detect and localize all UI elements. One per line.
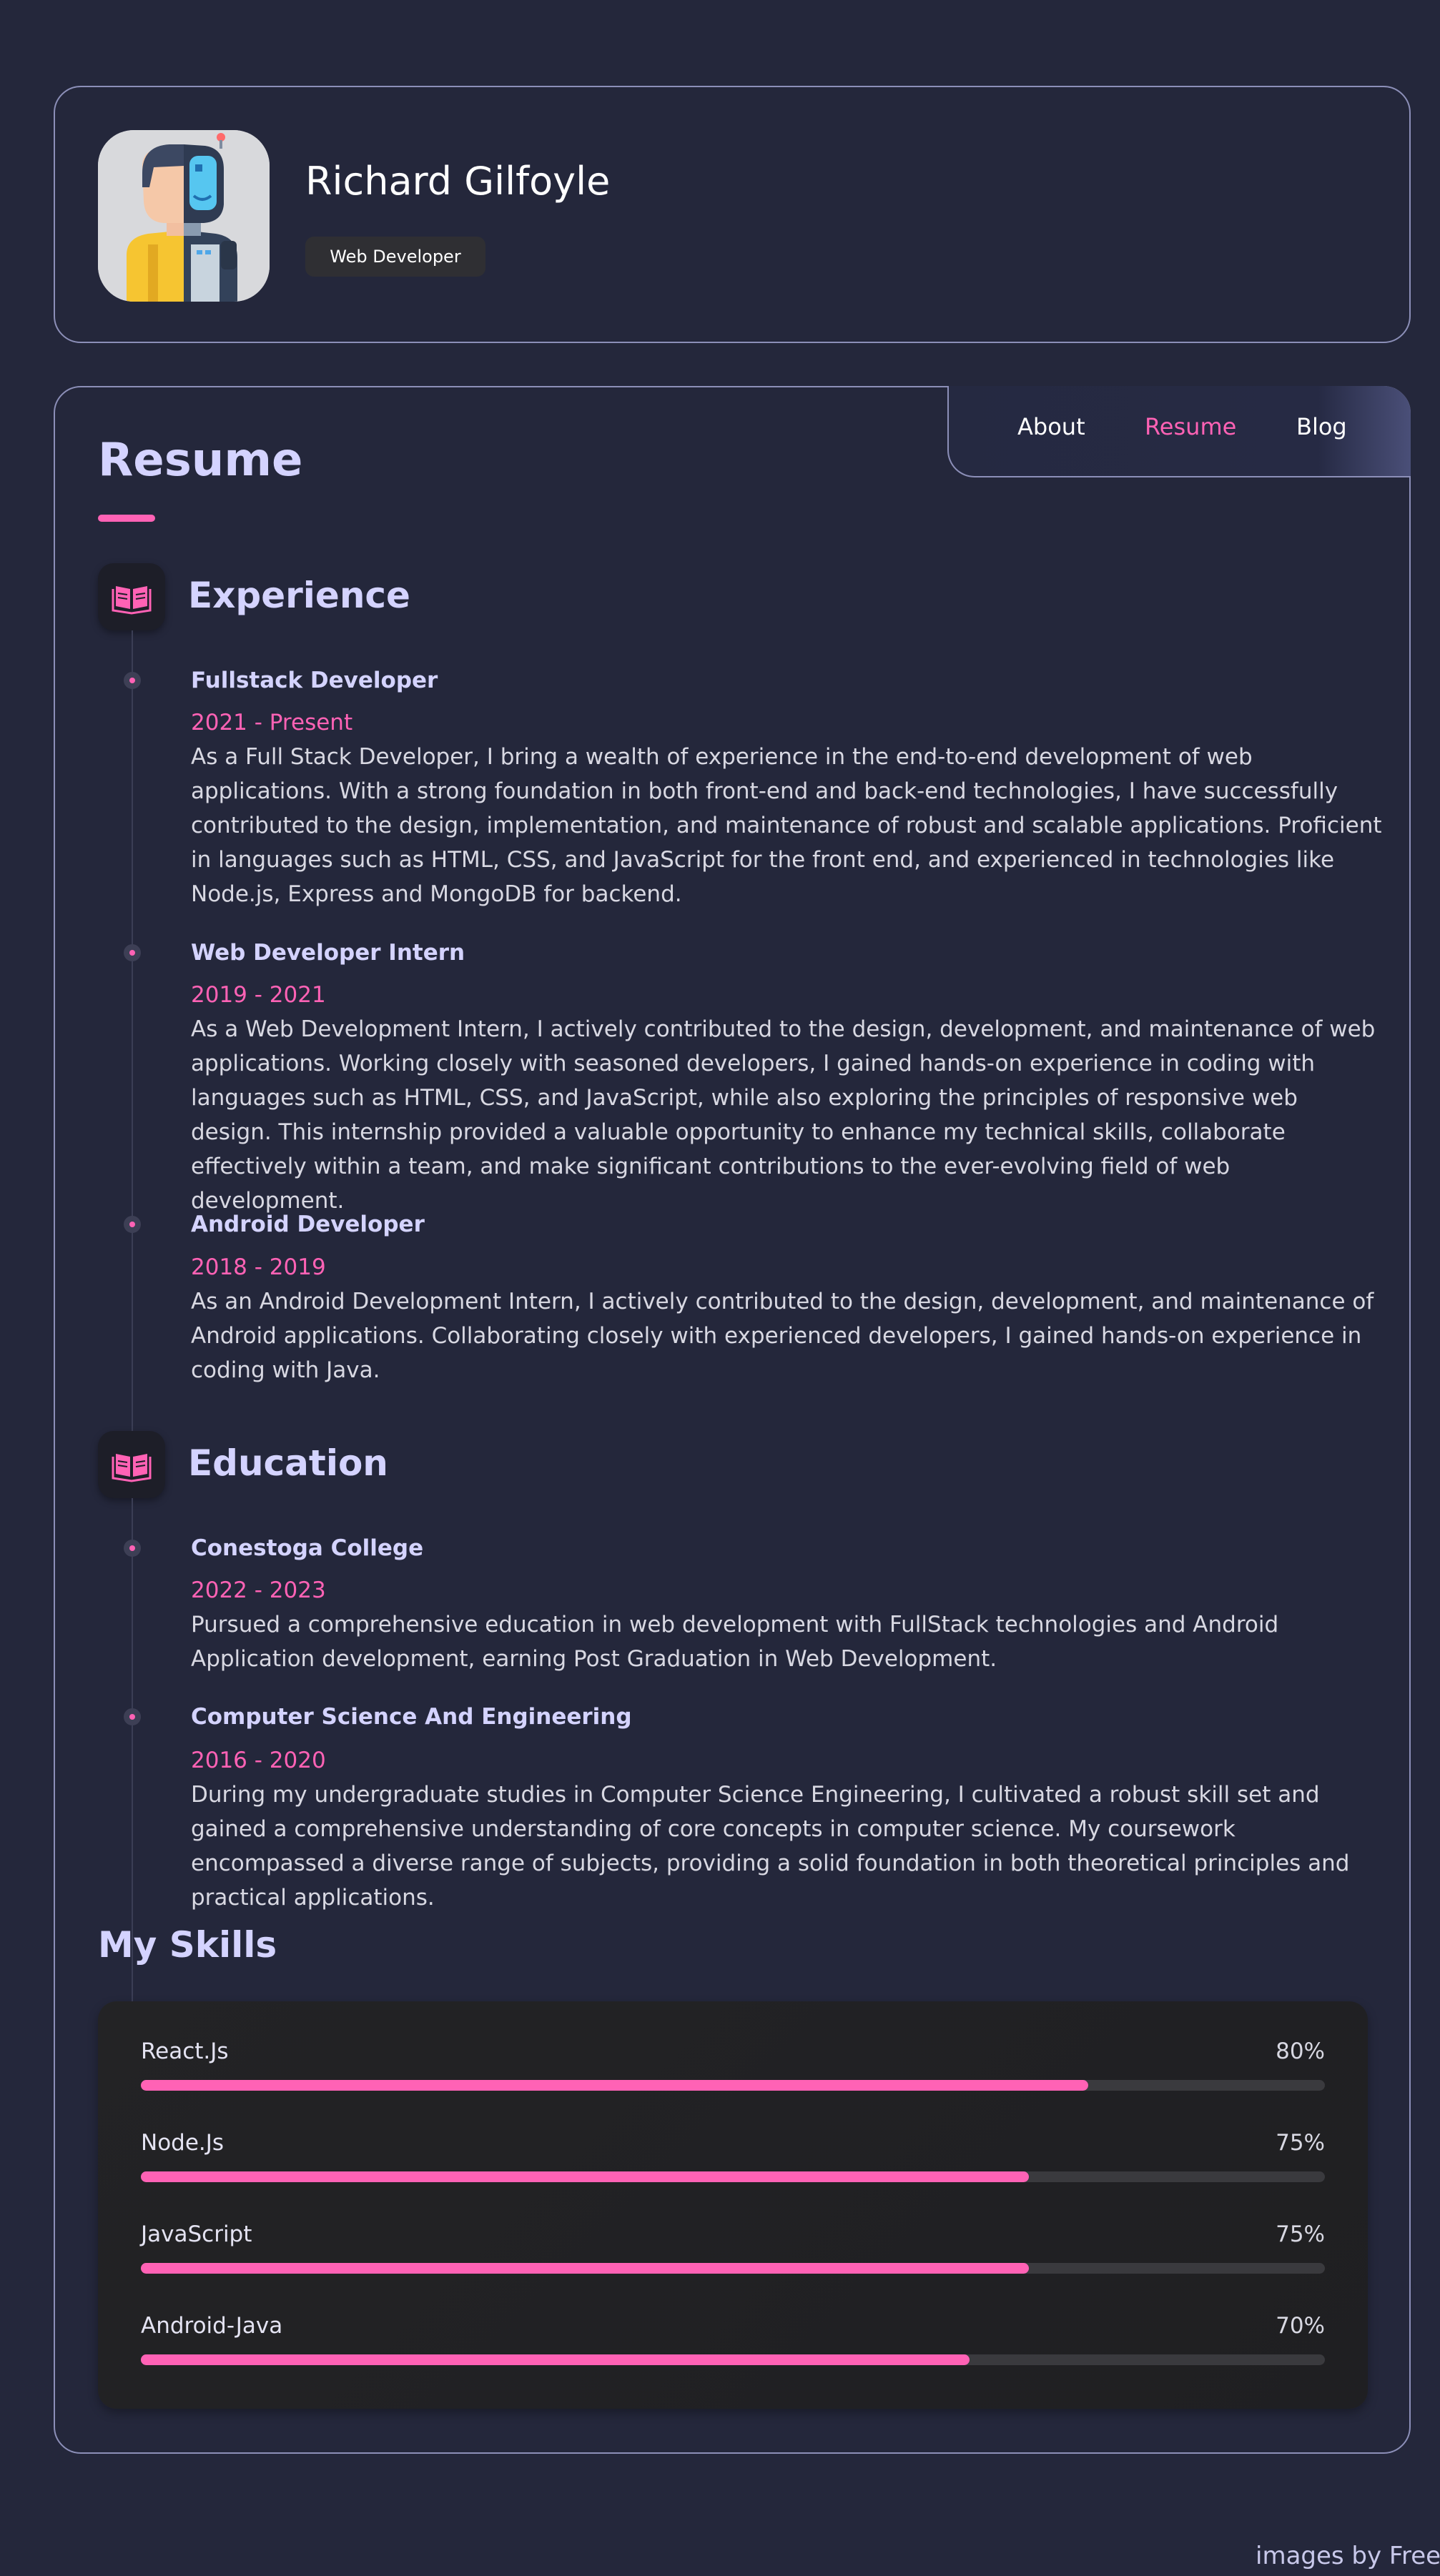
education-title: Education [188,1442,388,1484]
experience-item-title: Fullstack Developer [191,668,438,693]
profile-card: Richard Gilfoyle Web Developer [54,86,1411,343]
nav-item-blog[interactable]: Blog [1296,413,1347,440]
experience-item-desc: As a Full Stack Developer, I bring a wea… [191,744,1382,907]
education-item-desc: During my undergraduate studies in Compu… [191,1782,1350,1911]
experience-timeline [132,630,133,1467]
skill-name: React.Js [141,2038,229,2064]
skill-percent: 75% [1276,2221,1325,2247]
skill-progress-fill [141,2263,1029,2274]
education-item-title: Conestoga College [191,1535,424,1561]
navbar: About Resume Blog [947,386,1411,477]
experience-item-title: Web Developer Intern [191,940,465,966]
education-item-title: Computer Science And Engineering [191,1704,632,1730]
skills-panel: React.Js 80% Node.Js 75% JavaScript 75% … [98,2001,1368,2409]
experience-item-desc: As an Android Development Intern, I acti… [191,1289,1374,1383]
skill-percent: 70% [1276,2313,1325,2339]
skill-progress-fill [141,2171,1029,2182]
experience-title: Experience [188,575,410,616]
skill-progress-track [141,2171,1325,2182]
skill-progress-track [141,2263,1325,2274]
skill-progress-track [141,2354,1325,2365]
book-open-icon [98,1431,165,1498]
experience-item-date: 2018 - 2019 [191,1254,326,1280]
experience-item-date: 2019 - 2021 [191,982,326,1008]
timeline-dot [124,1540,141,1557]
education-item-date: 2016 - 2020 [191,1748,326,1773]
skills-title: My Skills [98,1924,277,1966]
timeline-dot [124,1216,141,1233]
education-item-date: 2022 - 2023 [191,1577,326,1603]
avatar [98,130,270,302]
timeline-dot [124,672,141,689]
skill-name: Android-Java [141,2313,283,2339]
skill-progress-track [141,2080,1325,2091]
skill-progress-fill [141,2354,970,2365]
education-item-desc: Pursued a comprehensive education in web… [191,1612,1279,1672]
timeline-dot [124,1708,141,1725]
role-badge: Web Developer [305,237,485,277]
skill-percent: 80% [1276,2038,1325,2064]
image-credit: images by Freep [1256,2542,1440,2570]
skill-name: JavaScript [141,2221,252,2247]
experience-item-title: Android Developer [191,1212,425,1237]
profile-name: Richard Gilfoyle [305,159,611,204]
experience-item-desc: As a Web Development Intern, I actively … [191,1016,1376,1214]
experience-item-date: 2021 - Present [191,710,353,735]
page-title: Resume [98,434,303,487]
nav-item-about[interactable]: About [1017,413,1085,440]
book-open-icon [98,563,165,630]
title-underline [98,515,155,522]
skill-name: Node.Js [141,2130,225,2156]
developer-avatar-illustration [98,130,270,302]
skill-progress-fill [141,2080,1088,2091]
timeline-dot [124,944,141,961]
nav-item-resume[interactable]: Resume [1145,413,1236,440]
skill-percent: 75% [1276,2130,1325,2156]
resume-card: About Resume Blog Resume Experience Full… [54,386,1411,2454]
